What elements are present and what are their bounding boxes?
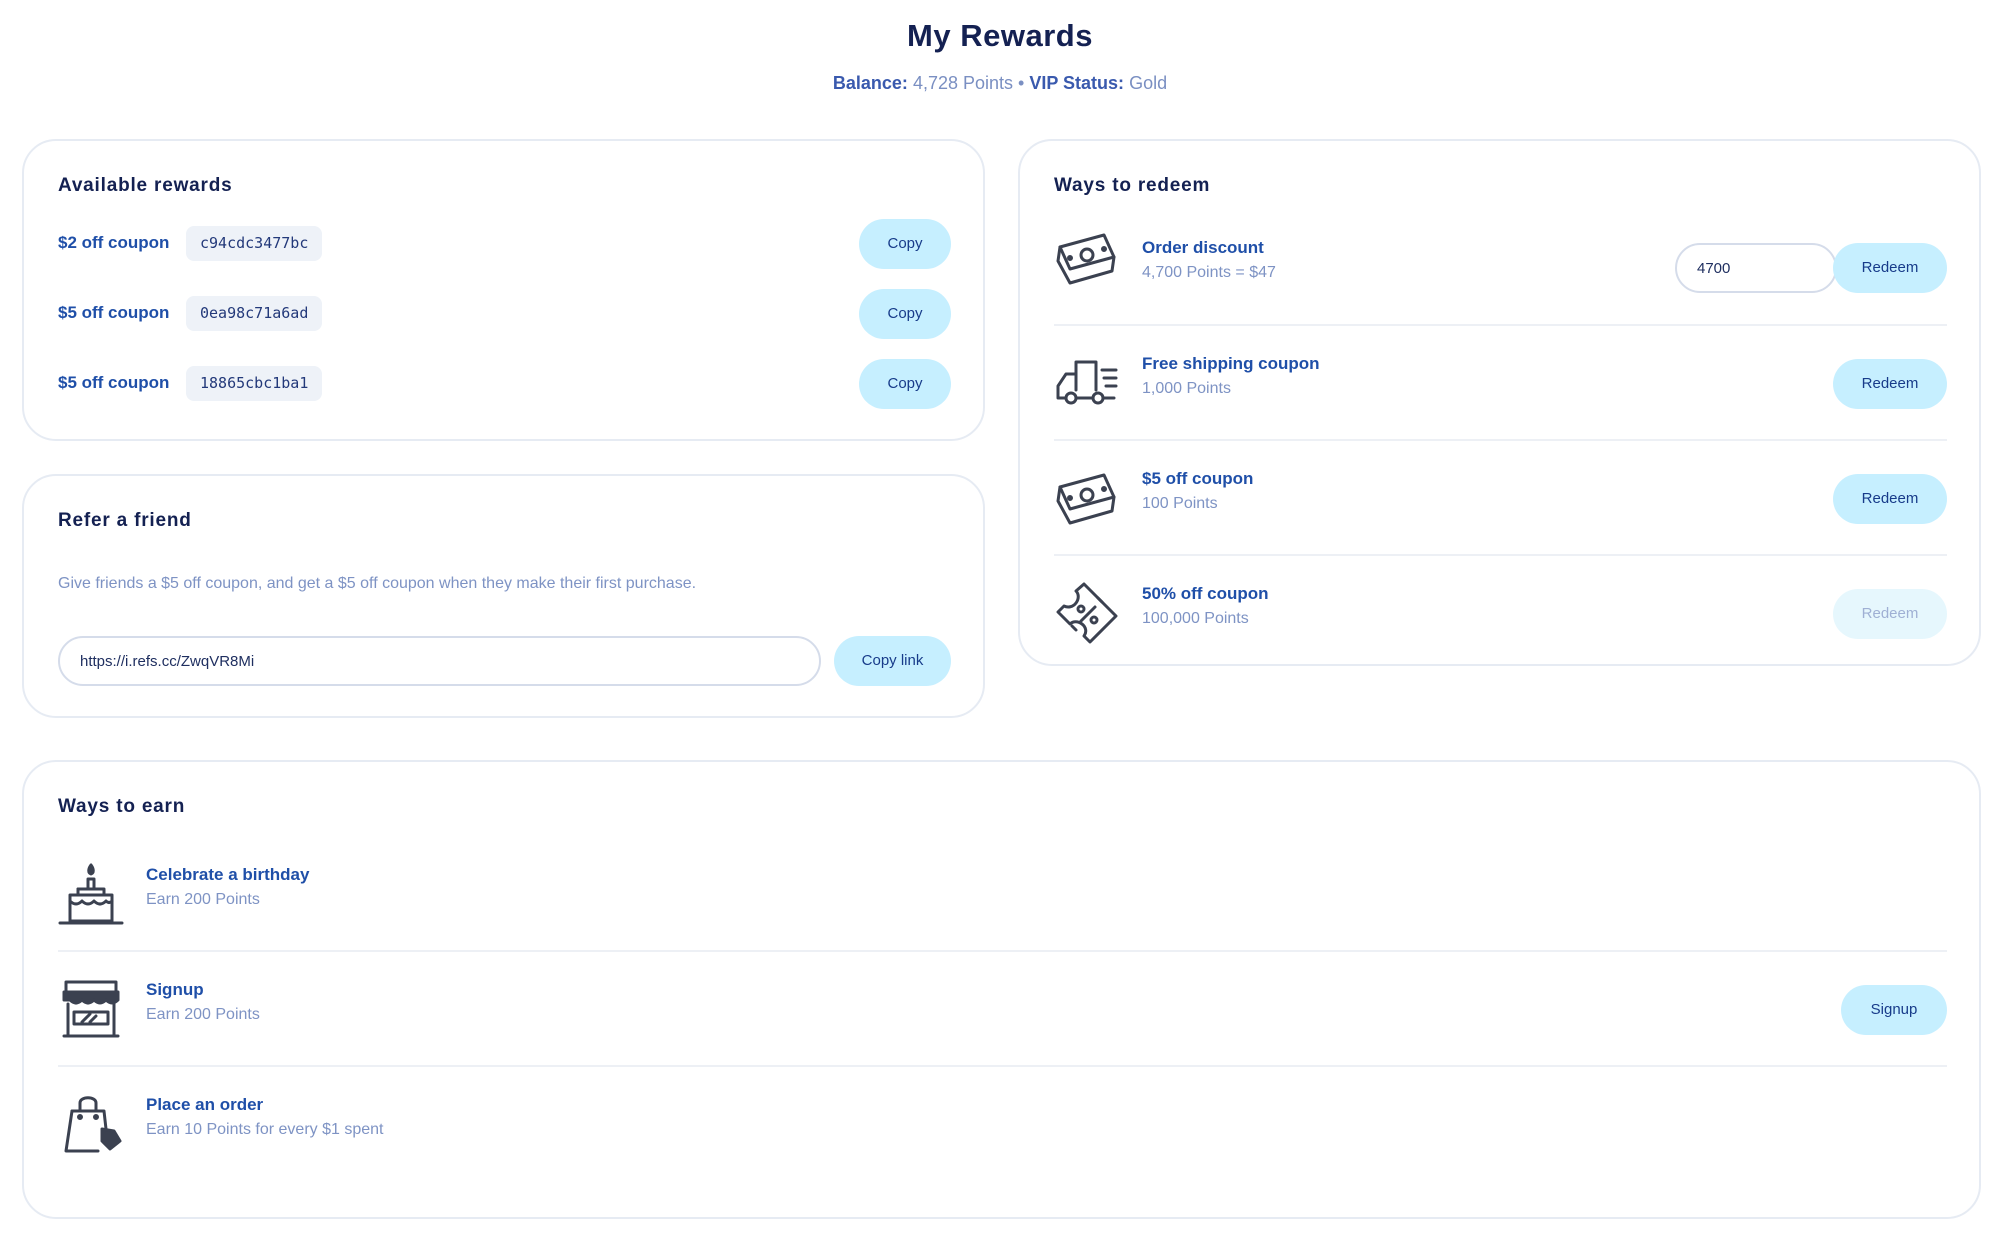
points-status: Balance: 4,728 Points • VIP Status: Gold — [0, 73, 2000, 94]
copy-link-button[interactable]: Copy link — [834, 636, 951, 686]
redeem-item-order-discount: Order discount 4,700 Points = $47 Redeem — [1054, 211, 1947, 326]
redeem-title: Order discount — [1142, 238, 1264, 257]
reward-item: $5 off coupon 18865cbc1ba1 Copy — [58, 359, 951, 409]
percent-ticket-icon — [1054, 580, 1120, 646]
earn-subtitle: Earn 10 Points for every $1 spent — [146, 1121, 384, 1138]
balance-label: Balance: — [832, 73, 908, 93]
redeem-title: 50% off coupon — [1142, 584, 1269, 603]
reward-name: $5 off coupon — [58, 303, 170, 322]
ways-to-redeem-title: Ways to redeem — [1054, 175, 1211, 196]
redeem-button[interactable]: Redeem — [1833, 359, 1947, 409]
earn-title: Signup — [146, 980, 204, 999]
page-header: My Rewards Balance: 4,728 Points • VIP S… — [0, 0, 2000, 110]
refer-description: Give friends a $5 off coupon, and get a … — [58, 575, 697, 592]
redeem-subtitle: 1,000 Points — [1142, 380, 1231, 397]
available-rewards-card: Available rewards $2 off coupon c94cdc34… — [22, 139, 985, 441]
referral-link-input[interactable] — [58, 636, 821, 686]
redeem-button-disabled[interactable]: Redeem — [1833, 589, 1947, 639]
ways-to-redeem-card: Ways to redeem Order discount 4,700 Poin… — [1018, 139, 1981, 666]
storefront-icon — [58, 976, 124, 1042]
redeem-subtitle: 100 Points — [1142, 495, 1218, 512]
refer-friend-card: Refer a friend Give friends a $5 off cou… — [22, 474, 985, 718]
redeem-item-5-off-coupon: $5 off coupon 100 Points Redeem — [1054, 441, 1947, 556]
reward-item: $2 off coupon c94cdc3477bc Copy — [58, 219, 951, 269]
balance-value: 4,728 Points — [912, 73, 1014, 93]
birthday-cake-icon — [58, 861, 124, 927]
redeem-subtitle: 4,700 Points = $47 — [1142, 264, 1276, 281]
ways-to-earn-card: Ways to earn Celebrate a birthday Earn 2… — [22, 760, 1981, 1219]
copy-code-button[interactable]: Copy — [859, 219, 951, 269]
signup-button[interactable]: Signup — [1841, 985, 1947, 1035]
money-icon — [1054, 225, 1120, 291]
page-title: My Rewards — [907, 18, 1093, 53]
earn-title: Celebrate a birthday — [146, 865, 310, 884]
earn-item-signup: Signup Earn 200 Points Signup — [58, 952, 1947, 1067]
reward-name: $2 off coupon — [58, 233, 170, 252]
earn-item-birthday: Celebrate a birthday Earn 200 Points — [58, 837, 1947, 952]
vip-label: VIP Status: — [1029, 73, 1125, 93]
earn-subtitle: Earn 200 Points — [146, 891, 260, 908]
money-icon — [1054, 465, 1120, 531]
reward-item: $5 off coupon 0ea98c71a6ad Copy — [58, 289, 951, 339]
earn-title: Place an order — [146, 1095, 264, 1114]
reward-name: $5 off coupon — [58, 373, 170, 392]
truck-icon — [1054, 350, 1120, 416]
refer-friend-title: Refer a friend — [58, 510, 192, 531]
reward-code: c94cdc3477bc — [186, 226, 323, 261]
copy-code-button[interactable]: Copy — [859, 289, 951, 339]
redeem-subtitle: 100,000 Points — [1142, 610, 1249, 627]
redeem-item-50-off-coupon: 50% off coupon 100,000 Points Redeem — [1054, 556, 1947, 671]
status-separator: • — [1018, 73, 1025, 93]
redeem-button[interactable]: Redeem — [1833, 243, 1947, 293]
copy-code-button[interactable]: Copy — [859, 359, 951, 409]
earn-item-place-order: Place an order Earn 10 Points for every … — [58, 1067, 1947, 1182]
redeem-button[interactable]: Redeem — [1833, 474, 1947, 524]
reward-code: 18865cbc1ba1 — [186, 366, 323, 401]
shopping-bag-icon — [58, 1089, 124, 1155]
points-amount-input[interactable] — [1675, 243, 1837, 293]
redeem-title: $5 off coupon — [1142, 469, 1254, 488]
reward-code: 0ea98c71a6ad — [186, 296, 323, 331]
vip-value: Gold — [1129, 73, 1168, 93]
earn-subtitle: Earn 200 Points — [146, 1006, 260, 1023]
available-rewards-title: Available rewards — [58, 175, 233, 196]
redeem-title: Free shipping coupon — [1142, 354, 1320, 373]
redeem-item-free-shipping: Free shipping coupon 1,000 Points Redeem — [1054, 326, 1947, 441]
ways-to-earn-title: Ways to earn — [58, 796, 186, 817]
